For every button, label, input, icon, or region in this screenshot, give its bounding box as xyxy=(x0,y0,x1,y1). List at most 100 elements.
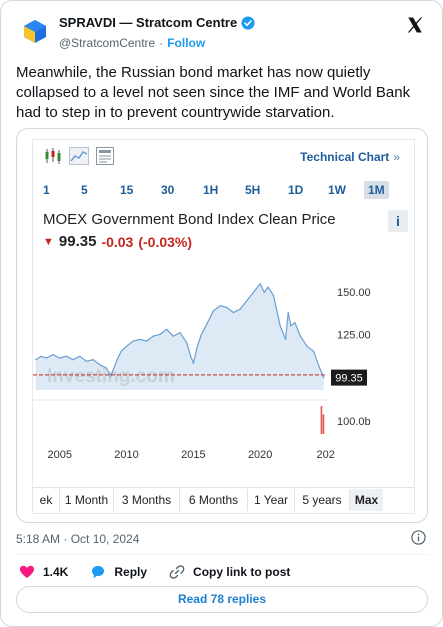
timeframe-1d[interactable]: 1D xyxy=(284,181,307,199)
post-card: SPRAVDI — Stratcom Centre @StratcomCentr… xyxy=(0,0,443,627)
technical-chart-label[interactable]: Technical Chart xyxy=(300,150,389,164)
data-point xyxy=(239,308,241,310)
last-value-label: 99.35 xyxy=(335,373,363,385)
data-point xyxy=(35,359,37,361)
volume-bar xyxy=(322,414,325,434)
chart-widget-inner: Technical Chart » 1 5 15 30 1H 5H 1D 1W 1… xyxy=(32,139,415,514)
separator-dot: · xyxy=(159,36,164,50)
timeframe-5[interactable]: 5 xyxy=(77,181,92,199)
reply-label[interactable]: Reply xyxy=(114,565,147,579)
heart-icon[interactable] xyxy=(19,564,35,580)
data-point xyxy=(186,342,188,344)
data-point xyxy=(45,357,47,359)
author-name-text[interactable]: SPRAVDI — Stratcom Centre xyxy=(59,15,237,30)
data-point xyxy=(152,335,154,337)
data-point xyxy=(59,357,61,359)
copy-link-label[interactable]: Copy link to post xyxy=(193,565,290,579)
data-point xyxy=(85,360,88,362)
timeframe-15[interactable]: 15 xyxy=(116,181,137,199)
timeframe-1w[interactable]: 1W xyxy=(324,181,350,199)
author-name[interactable]: SPRAVDI — Stratcom Centre xyxy=(59,15,255,30)
like-button[interactable]: 1.4K xyxy=(19,564,68,580)
info-button[interactable]: i xyxy=(388,210,408,232)
data-point xyxy=(65,355,67,357)
range-3-months[interactable]: 3 Months xyxy=(114,489,180,511)
data-point xyxy=(99,364,101,366)
data-point xyxy=(252,291,255,293)
data-point xyxy=(52,354,54,356)
line-chart-icon[interactable] xyxy=(69,147,89,165)
post-timestamp[interactable]: 5:18 AM · Oct 10, 2024 xyxy=(16,532,139,546)
data-point xyxy=(212,310,214,312)
reply-icon[interactable] xyxy=(90,564,106,580)
data-point xyxy=(166,328,168,330)
chart-widget[interactable]: Technical Chart » 1 5 15 30 1H 5H 1D 1W 1… xyxy=(16,128,428,523)
data-point xyxy=(263,291,265,293)
data-point xyxy=(219,305,221,307)
follow-button[interactable]: Follow xyxy=(167,36,205,50)
x-tick-label: 2020 xyxy=(248,449,272,461)
data-point xyxy=(226,306,228,308)
data-point xyxy=(146,340,148,342)
range-5-years[interactable]: 5 years xyxy=(295,489,350,511)
data-point xyxy=(72,359,74,361)
timeframe-bar: 1 5 15 30 1H 5H 1D 1W 1M xyxy=(33,178,414,202)
timeframe-1[interactable]: 1 xyxy=(39,181,54,199)
range-6-months[interactable]: 6 Months xyxy=(180,489,248,511)
price-change-pct: (-0.03%) xyxy=(138,233,193,250)
data-point xyxy=(190,355,192,357)
range-1-year[interactable]: 1 Year xyxy=(248,489,295,511)
data-point xyxy=(120,350,122,352)
range-1-month[interactable]: 1 Month xyxy=(60,489,114,511)
data-point xyxy=(267,286,269,288)
data-point xyxy=(279,325,281,327)
x-logo-icon[interactable] xyxy=(406,16,424,34)
range-max[interactable]: Max xyxy=(350,489,383,511)
data-point xyxy=(192,362,194,364)
data-point xyxy=(287,311,289,314)
divider xyxy=(16,554,429,555)
copy-link-button[interactable]: Copy link to post xyxy=(169,564,290,580)
indicator-icon[interactable] xyxy=(95,147,115,165)
x-tick-label: 2005 xyxy=(47,449,71,461)
data-point xyxy=(172,335,174,337)
timeframe-1h[interactable]: 1H xyxy=(199,181,222,199)
handle-row: @StratcomCentre · Follow xyxy=(59,36,205,50)
data-point xyxy=(272,295,275,297)
x-tick-label: 2010 xyxy=(114,449,138,461)
data-point xyxy=(116,359,118,361)
range-week[interactable]: ek xyxy=(33,489,60,511)
y-tick-label: 150.00 xyxy=(337,287,371,299)
data-point xyxy=(79,355,81,357)
action-bar: 1.4K Reply Copy link to post xyxy=(19,564,312,580)
volume-bar xyxy=(320,406,323,434)
technical-chart-link[interactable]: Technical Chart » xyxy=(300,150,400,164)
author-handle[interactable]: @StratcomCentre xyxy=(59,36,155,50)
data-point xyxy=(259,283,261,285)
post-text: Meanwhile, the Russian bond market has n… xyxy=(16,64,411,121)
data-point xyxy=(232,311,235,314)
data-point xyxy=(196,345,198,347)
chevron-right-icon[interactable]: » xyxy=(393,150,400,164)
data-point xyxy=(112,369,114,371)
reply-button[interactable]: Reply xyxy=(90,564,147,580)
like-count[interactable]: 1.4K xyxy=(43,565,68,579)
read-replies-button[interactable]: Read 78 replies xyxy=(16,586,428,613)
data-point xyxy=(132,340,134,342)
x-tick-label: 202 xyxy=(316,449,334,461)
data-point xyxy=(206,323,208,325)
price-chart[interactable]: Investing.com150.00125.0099.35100.0b2005… xyxy=(33,262,414,484)
link-icon[interactable] xyxy=(169,564,185,580)
info-icon[interactable] xyxy=(411,530,426,545)
price-change: -0.03 xyxy=(101,233,134,250)
data-point xyxy=(179,332,181,334)
timeframe-30[interactable]: 30 xyxy=(157,181,178,199)
avatar[interactable] xyxy=(22,18,48,44)
timeframe-1m[interactable]: 1M xyxy=(364,181,389,199)
data-point xyxy=(139,338,141,340)
data-point xyxy=(125,345,128,347)
candlestick-icon[interactable] xyxy=(43,147,63,165)
timeframe-5h[interactable]: 5H xyxy=(241,181,264,199)
data-point xyxy=(285,338,287,340)
data-point xyxy=(294,322,296,324)
